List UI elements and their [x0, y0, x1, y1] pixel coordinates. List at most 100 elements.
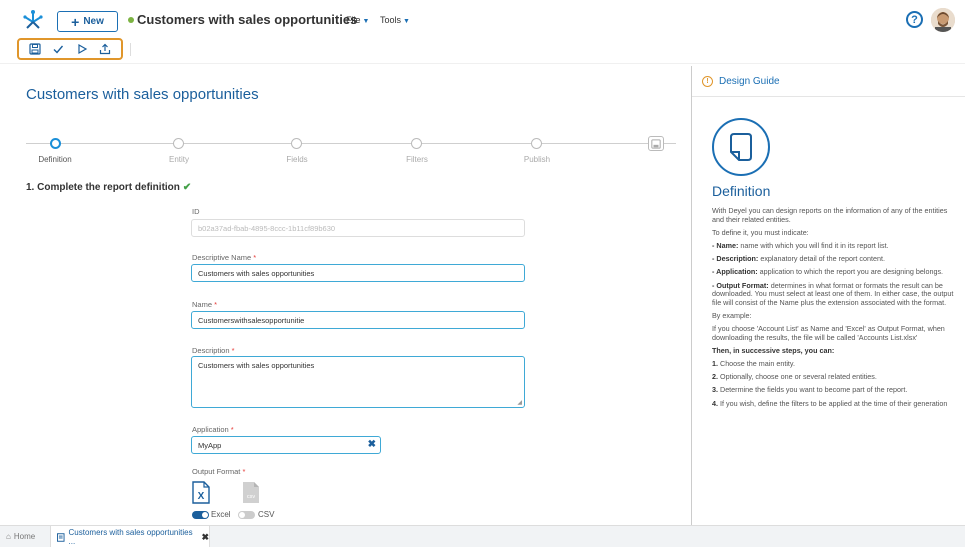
guide-paragraph: 3. Determine the fields you want to beco…: [712, 385, 908, 395]
application-label: Application *: [192, 425, 234, 434]
save-icon[interactable]: [28, 43, 41, 56]
toggle-knob: [202, 512, 208, 518]
output-format-label: Output Format *: [192, 467, 245, 476]
required-mark: *: [231, 346, 235, 355]
toolbar-divider: [130, 43, 131, 56]
name-input[interactable]: Customerswithsalesopportunitie: [191, 311, 525, 329]
editor-toolbar: [17, 38, 123, 60]
guide-paragraph: 4. If you wish, define the filters to be…: [712, 398, 948, 408]
id-label: ID: [192, 207, 200, 216]
guide-paragraph: If you choose 'Account List' as Name and…: [712, 324, 945, 342]
required-mark: *: [253, 253, 257, 262]
document-title: Customers with sales opportunities: [137, 12, 358, 27]
descriptive-name-input[interactable]: Customers with sales opportunities: [191, 264, 525, 282]
description-label: Description *: [192, 346, 235, 355]
save-icon: [651, 138, 661, 149]
csv-file-icon[interactable]: csv: [242, 481, 260, 504]
document-tab[interactable]: Customers with sales opportunities ... ✖: [50, 526, 210, 547]
section-heading-text: 1. Complete the report definition: [26, 182, 180, 193]
home-tab[interactable]: ⌂ Home: [6, 532, 35, 541]
required-mark: *: [242, 467, 246, 476]
svg-text:X: X: [198, 491, 205, 502]
new-button-label: New: [83, 16, 104, 27]
design-guide-title: Definition: [712, 183, 771, 199]
guide-paragraph: 2. Optionally, choose one or several rel…: [712, 372, 877, 382]
report-icon: [57, 532, 65, 542]
step-fields[interactable]: [291, 138, 302, 149]
section-heading: 1. Complete the report definition ✔: [26, 182, 191, 193]
publish-icon[interactable]: [99, 43, 112, 56]
csv-toggle-label: CSV: [258, 510, 275, 519]
chevron-down-icon: ▼: [362, 18, 370, 25]
wizard-progress-line: [26, 143, 676, 144]
toggle-knob: [239, 512, 245, 518]
plus-icon: +: [71, 13, 80, 30]
status-dot: [128, 17, 134, 23]
descriptive-name-label-text: Descriptive Name: [192, 253, 252, 262]
step-publish[interactable]: [531, 138, 542, 149]
csv-icon-text: csv: [247, 494, 256, 500]
csv-toggle[interactable]: [238, 511, 255, 519]
required-mark: *: [214, 300, 218, 309]
guide-paragraph: By example:: [712, 310, 752, 320]
check-icon: ✔: [182, 182, 192, 193]
top-bar: + New Customers with sales opportunities…: [0, 0, 965, 40]
guide-paragraph: With Deyel you can design reports on the…: [712, 206, 948, 224]
close-icon[interactable]: ✖: [201, 532, 209, 543]
name-label-text: Name: [192, 300, 213, 309]
resize-handle-icon[interactable]: ◢: [517, 399, 522, 406]
excel-toggle-label: Excel: [211, 510, 231, 519]
new-button[interactable]: + New: [57, 11, 118, 32]
app-logo-icon[interactable]: [22, 9, 44, 31]
step-label-filters: Filters: [406, 155, 428, 164]
file-menu[interactable]: File ▼: [346, 15, 369, 25]
step-label-entity: Entity: [168, 155, 189, 164]
guide-paragraph: - Output Format: determines in what form…: [712, 280, 954, 307]
name-label: Name *: [192, 300, 217, 309]
tools-menu[interactable]: Tools ▼: [380, 15, 410, 25]
guide-paragraph: To define it, you must indicate:: [712, 227, 809, 237]
help-label: ?: [911, 13, 918, 26]
bottom-tab-bar: ⌂ Home Customers with sales opportunitie…: [0, 525, 965, 547]
design-guide-divider: [692, 96, 965, 97]
application-select[interactable]: MyApp ✖: [191, 436, 381, 454]
play-icon[interactable]: [75, 43, 88, 56]
page-title: Customers with sales opportunities: [26, 86, 259, 103]
excel-file-icon[interactable]: X: [192, 481, 210, 504]
toolbar-divider-line: [0, 63, 965, 64]
save-step-button[interactable]: [648, 136, 664, 151]
descriptive-name-label: Descriptive Name *: [192, 253, 256, 262]
help-icon[interactable]: ?: [906, 11, 923, 28]
guide-paragraph: - Application: application to which the …: [712, 267, 944, 277]
design-guide-header-label: Design Guide: [719, 76, 780, 87]
user-avatar-icon: [931, 8, 955, 32]
tools-menu-label: Tools: [380, 15, 402, 25]
info-icon: !: [702, 76, 713, 87]
id-field: b02a37ad-fbab-4895-8ccc-1b11cf89b630: [191, 219, 525, 237]
clear-icon[interactable]: ✖: [368, 439, 376, 450]
check-icon[interactable]: [52, 43, 65, 56]
excel-toggle[interactable]: [192, 511, 209, 519]
description-label-text: Description: [192, 346, 230, 355]
document-icon: [712, 118, 770, 176]
step-entity[interactable]: [173, 138, 184, 149]
home-tab-label: Home: [13, 532, 36, 541]
step-label-definition: Definition: [38, 155, 72, 164]
avatar[interactable]: [931, 8, 955, 32]
step-label-publish: Publish: [523, 155, 551, 164]
document-tab-label: Customers with sales opportunities ...: [68, 528, 193, 546]
guide-paragraph: Then, in successive steps, you can:: [712, 345, 835, 355]
guide-paragraph: - Description: explanatory detail of the…: [712, 254, 885, 264]
home-icon: ⌂: [6, 532, 11, 541]
file-menu-label: File: [346, 15, 361, 25]
step-definition[interactable]: [50, 138, 61, 149]
required-mark: *: [230, 425, 234, 434]
guide-paragraph: 1. Choose the main entity.: [712, 359, 795, 369]
step-filters[interactable]: [411, 138, 422, 149]
design-guide-header[interactable]: ! Design Guide: [702, 76, 780, 87]
description-textarea[interactable]: Customers with sales opportunities ◢: [191, 356, 525, 408]
guide-paragraph: - Name: name with which you will find it…: [712, 240, 889, 250]
application-label-text: Application: [192, 425, 229, 434]
chevron-down-icon: ▼: [403, 18, 410, 25]
output-format-label-text: Output Format: [192, 467, 241, 476]
